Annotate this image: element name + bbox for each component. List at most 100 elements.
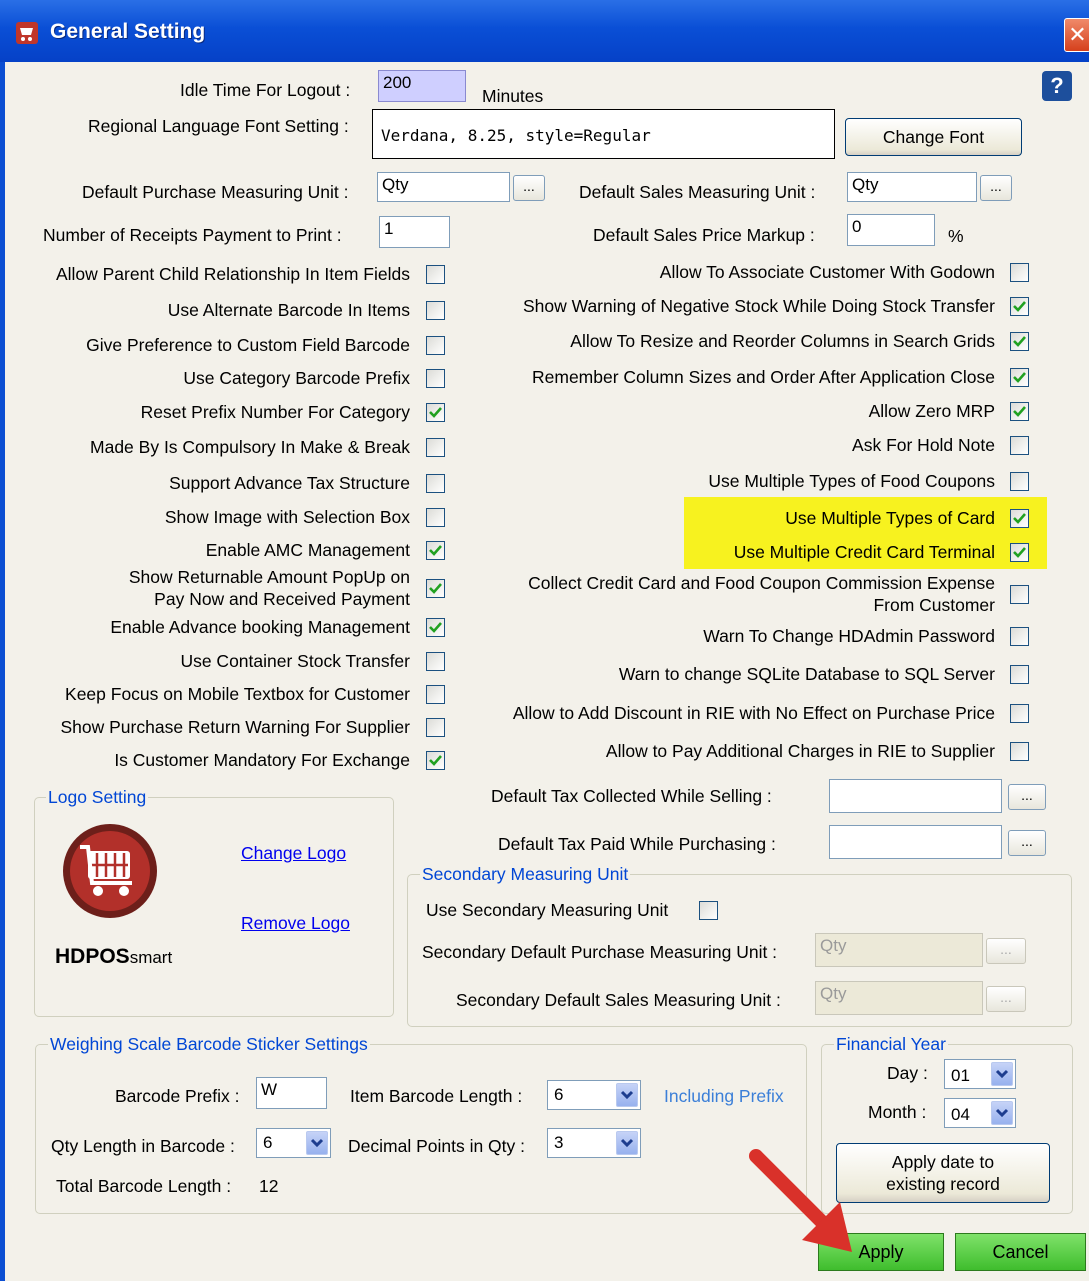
- brand-suffix: smart: [129, 948, 173, 967]
- secondary-sales-label: Secondary Default Sales Measuring Unit :: [456, 990, 781, 1010]
- option-label: Warn To Change HDAdmin Password: [703, 626, 995, 646]
- markup-input[interactable]: 0: [847, 214, 935, 246]
- secondary-unit-title: Secondary Measuring Unit: [420, 864, 631, 885]
- option-label: Show Purchase Return Warning For Supplie…: [60, 717, 410, 737]
- option-checkbox[interactable]: [1010, 332, 1029, 351]
- month-value: 04: [951, 1105, 970, 1124]
- option-checkbox[interactable]: [1010, 585, 1029, 604]
- barcode-prefix-label: Barcode Prefix :: [115, 1086, 240, 1106]
- logo-setting-title: Logo Setting: [46, 787, 149, 808]
- idle-time-input[interactable]: 200: [378, 70, 466, 102]
- option-checkbox[interactable]: [1010, 509, 1029, 528]
- item-length-label: Item Barcode Length :: [350, 1086, 523, 1106]
- idle-time-label: Idle Time For Logout :: [180, 80, 351, 100]
- secondary-purchase-input[interactable]: Qty: [815, 933, 983, 967]
- option-label: Show Returnable Amount PopUp on Pay Now …: [128, 567, 410, 609]
- qty-length-label: Qty Length in Barcode :: [51, 1136, 235, 1156]
- tax-paid-browse-button[interactable]: ...: [1008, 830, 1046, 856]
- close-button[interactable]: ✕: [1064, 18, 1089, 52]
- total-length-label: Total Barcode Length :: [56, 1176, 232, 1196]
- change-font-button[interactable]: Change Font: [845, 118, 1022, 156]
- secondary-sales-input[interactable]: Qty: [815, 981, 983, 1015]
- sales-unit-input[interactable]: Qty: [847, 172, 977, 202]
- option-checkbox[interactable]: [426, 652, 445, 671]
- option-checkbox[interactable]: [426, 265, 445, 284]
- option-label: Collect Credit Card and Food Coupon Comm…: [528, 573, 995, 615]
- option-checkbox[interactable]: [426, 685, 445, 704]
- option-checkbox[interactable]: [1010, 402, 1029, 421]
- option-checkbox[interactable]: [1010, 704, 1029, 723]
- tax-collected-label: Default Tax Collected While Selling :: [491, 786, 772, 806]
- option-label: Enable Advance booking Management: [110, 617, 410, 637]
- brand-name: HDPOS: [55, 945, 130, 968]
- day-select[interactable]: 01: [944, 1059, 1016, 1089]
- total-length-value: 12: [259, 1176, 279, 1196]
- tax-collected-input[interactable]: [829, 779, 1002, 813]
- option-checkbox[interactable]: [426, 403, 445, 422]
- option-checkbox[interactable]: [1010, 627, 1029, 646]
- financial-year-title: Financial Year: [834, 1034, 948, 1055]
- secondary-sales-browse-button[interactable]: ...: [986, 986, 1026, 1012]
- purchase-unit-input[interactable]: Qty: [377, 172, 510, 202]
- barcode-prefix-input[interactable]: W: [256, 1077, 327, 1109]
- option-checkbox[interactable]: [426, 508, 445, 527]
- option-checkbox[interactable]: [426, 718, 445, 737]
- option-checkbox[interactable]: [426, 474, 445, 493]
- hdpos-logo: [63, 824, 157, 918]
- option-label: Give Preference to Custom Field Barcode: [86, 335, 410, 355]
- option-label: Is Customer Mandatory For Exchange: [114, 750, 410, 770]
- day-value: 01: [951, 1066, 970, 1085]
- option-checkbox[interactable]: [426, 751, 445, 770]
- qty-length-select[interactable]: 6: [256, 1128, 331, 1158]
- option-checkbox[interactable]: [426, 618, 445, 637]
- option-checkbox[interactable]: [426, 438, 445, 457]
- receipts-input[interactable]: 1: [379, 216, 450, 248]
- option-label: Allow To Associate Customer With Godown: [659, 262, 995, 282]
- tax-paid-input[interactable]: [829, 825, 1002, 859]
- option-checkbox[interactable]: [1010, 297, 1029, 316]
- purchase-unit-browse-button[interactable]: ...: [513, 175, 545, 201]
- remove-logo-link[interactable]: Remove Logo: [241, 913, 350, 934]
- option-checkbox[interactable]: [1010, 472, 1029, 491]
- cancel-button[interactable]: Cancel: [955, 1233, 1086, 1271]
- secondary-purchase-browse-button[interactable]: ...: [986, 938, 1026, 964]
- tax-collected-browse-button[interactable]: ...: [1008, 784, 1046, 810]
- use-secondary-checkbox[interactable]: [699, 901, 718, 920]
- decimal-points-select[interactable]: 3: [547, 1128, 641, 1158]
- option-checkbox[interactable]: [1010, 665, 1029, 684]
- option-label: Show Warning of Negative Stock While Doi…: [522, 296, 995, 316]
- option-checkbox[interactable]: [426, 336, 445, 355]
- tax-paid-label: Default Tax Paid While Purchasing :: [498, 834, 776, 854]
- item-length-select[interactable]: 6: [547, 1080, 641, 1110]
- chevron-down-icon: [991, 1062, 1013, 1086]
- weighing-scale-title: Weighing Scale Barcode Sticker Settings: [48, 1034, 370, 1055]
- option-label: Use Multiple Types of Card: [785, 508, 995, 528]
- option-checkbox[interactable]: [426, 301, 445, 320]
- sales-unit-browse-button[interactable]: ...: [980, 175, 1012, 201]
- chevron-down-icon: [306, 1131, 328, 1155]
- option-checkbox[interactable]: [1010, 368, 1029, 387]
- secondary-purchase-label: Secondary Default Purchase Measuring Uni…: [422, 942, 778, 962]
- option-checkbox[interactable]: [1010, 742, 1029, 761]
- change-logo-link[interactable]: Change Logo: [241, 843, 346, 864]
- cart-icon: [16, 22, 38, 44]
- hdpos-brand-text: HDPOSsmart: [55, 945, 172, 969]
- option-label: Use Container Stock Transfer: [180, 651, 410, 671]
- option-label: Allow to Pay Additional Charges in RIE t…: [605, 741, 995, 761]
- sales-unit-label: Default Sales Measuring Unit :: [579, 182, 816, 202]
- month-select[interactable]: 04: [944, 1098, 1016, 1128]
- font-setting-label: Regional Language Font Setting :: [88, 116, 349, 136]
- including-prefix-text: Including Prefix: [664, 1086, 784, 1106]
- help-icon[interactable]: ?: [1042, 71, 1072, 101]
- qty-length-value: 6: [263, 1133, 273, 1152]
- option-checkbox[interactable]: [1010, 543, 1029, 562]
- option-label: Remember Column Sizes and Order After Ap…: [532, 367, 995, 387]
- option-checkbox[interactable]: [426, 369, 445, 388]
- option-checkbox[interactable]: [426, 579, 445, 598]
- option-label: Made By Is Compulsory In Make & Break: [90, 437, 410, 457]
- option-checkbox[interactable]: [1010, 436, 1029, 455]
- option-label: Keep Focus on Mobile Textbox for Custome…: [65, 684, 410, 704]
- option-checkbox[interactable]: [1010, 263, 1029, 282]
- markup-label: Default Sales Price Markup :: [593, 225, 815, 245]
- option-checkbox[interactable]: [426, 541, 445, 560]
